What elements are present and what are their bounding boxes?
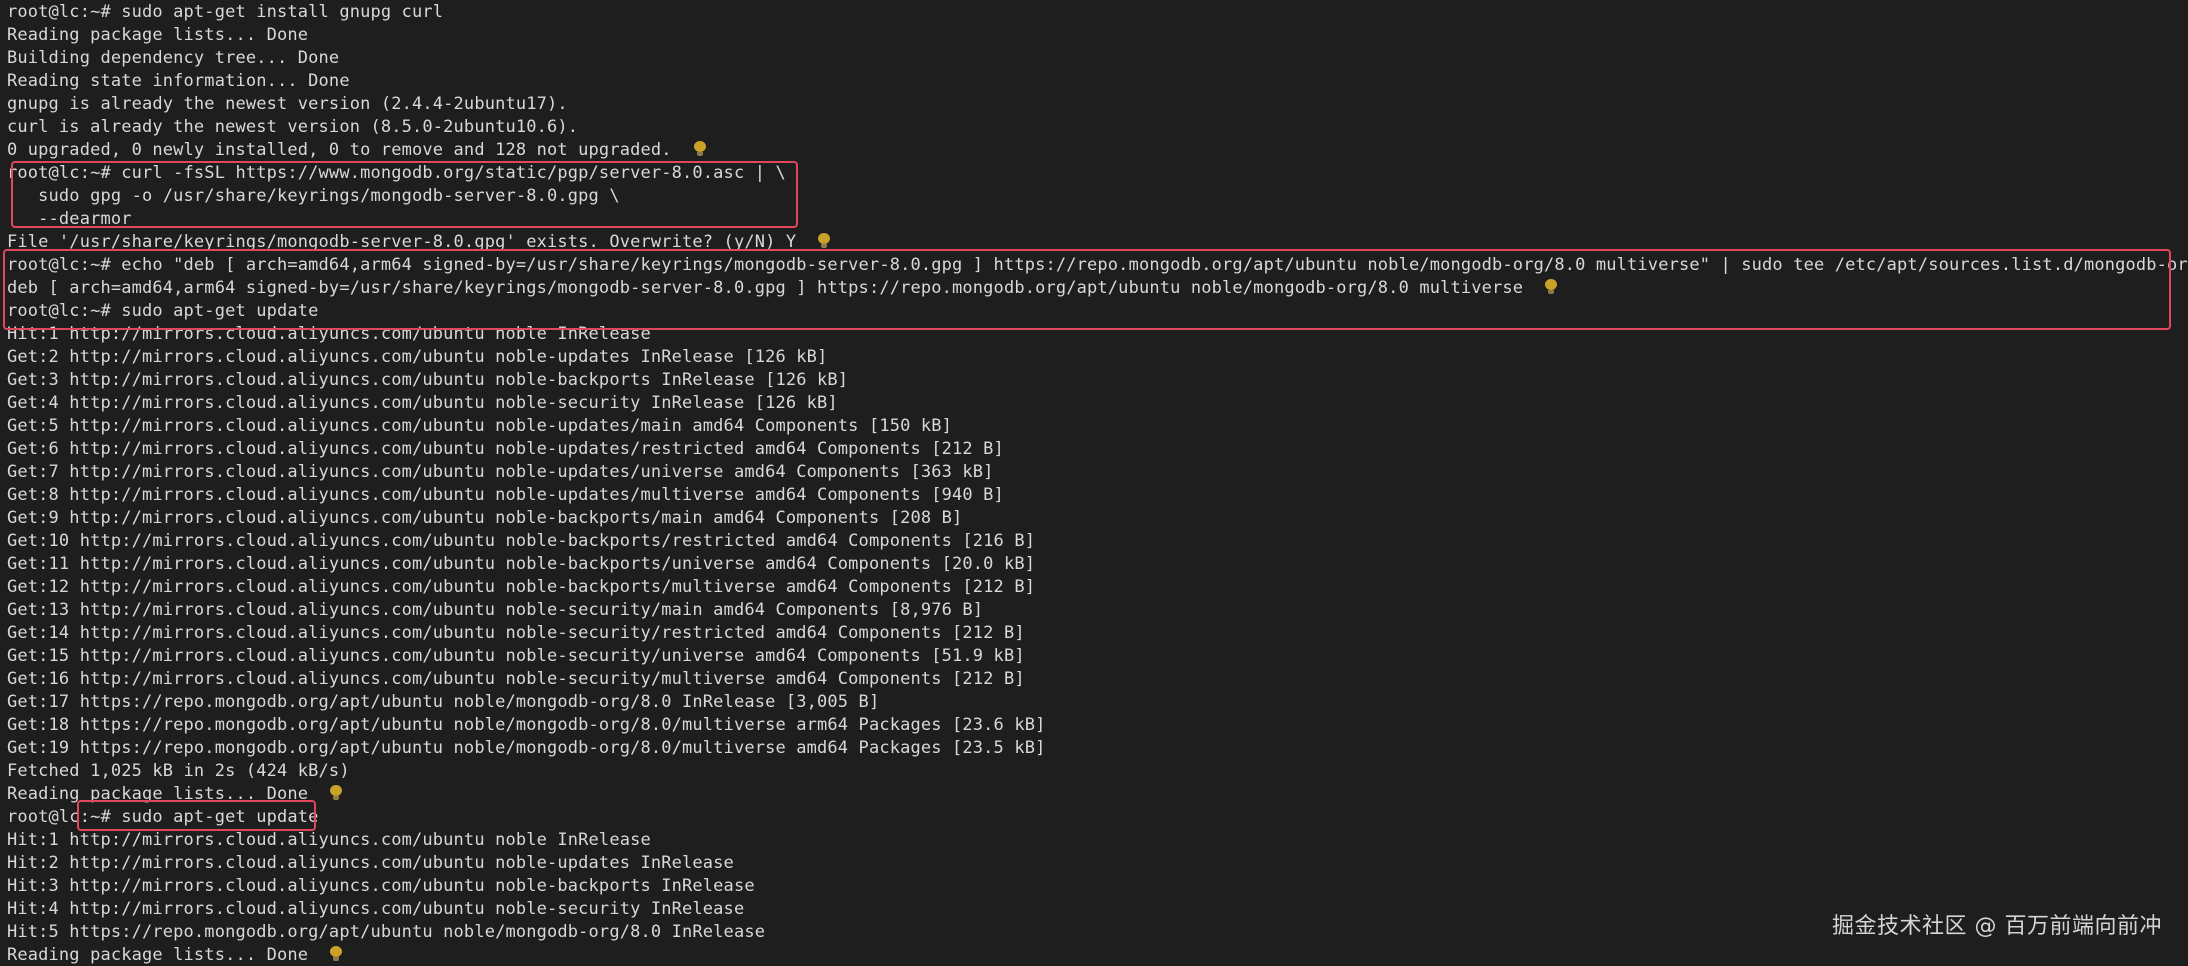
terminal-line-text: Reading package lists... Done xyxy=(7,784,309,804)
terminal-line-text: Get:17 https://repo.mongodb.org/apt/ubun… xyxy=(7,692,880,712)
terminal-line: Get:8 http://mirrors.cloud.aliyuncs.com/… xyxy=(7,484,1004,507)
lightbulb-icon[interactable] xyxy=(330,785,343,801)
terminal-line-text: Hit:5 https://repo.mongodb.org/apt/ubunt… xyxy=(7,922,766,942)
terminal-line: gnupg is already the newest version (2.4… xyxy=(7,93,568,116)
terminal-line: Hit:1 http://mirrors.cloud.aliyuncs.com/… xyxy=(7,829,651,852)
terminal-line: root@lc:~# sudo apt-get install gnupg cu… xyxy=(7,1,443,24)
terminal-line: Building dependency tree... Done xyxy=(7,47,339,70)
terminal-line: Get:5 http://mirrors.cloud.aliyuncs.com/… xyxy=(7,415,952,438)
terminal-line: 0 upgraded, 0 newly installed, 0 to remo… xyxy=(7,139,706,162)
terminal-line: Reading state information... Done xyxy=(7,70,350,93)
terminal-line: curl is already the newest version (8.5.… xyxy=(7,116,578,139)
terminal-line-text: root@lc:~# curl -fsSL https://www.mongod… xyxy=(7,163,786,183)
terminal-line-text: 0 upgraded, 0 newly installed, 0 to remo… xyxy=(7,140,672,160)
terminal-line-text: Hit:1 http://mirrors.cloud.aliyuncs.com/… xyxy=(7,324,651,344)
terminal-line-text: Reading package lists... Done xyxy=(7,25,309,45)
terminal-line: Get:15 http://mirrors.cloud.aliyuncs.com… xyxy=(7,645,1025,668)
terminal-line: Get:9 http://mirrors.cloud.aliyuncs.com/… xyxy=(7,507,962,530)
terminal-line-text: Get:11 http://mirrors.cloud.aliyuncs.com… xyxy=(7,554,1036,574)
terminal-line: Get:6 http://mirrors.cloud.aliyuncs.com/… xyxy=(7,438,1004,461)
terminal-line: Reading package lists... Done xyxy=(7,24,308,47)
terminal-line-text: Get:13 http://mirrors.cloud.aliyuncs.com… xyxy=(7,600,984,620)
terminal-line-text: gnupg is already the newest version (2.4… xyxy=(7,94,568,114)
terminal-line: root@lc:~# echo "deb [ arch=amd64,arm64 … xyxy=(7,254,2188,277)
terminal-line: root@lc:~# curl -fsSL https://www.mongod… xyxy=(7,162,786,185)
terminal-line-text: Get:14 http://mirrors.cloud.aliyuncs.com… xyxy=(7,623,1025,643)
terminal-line-text: Fetched 1,025 kB in 2s (424 kB/s) xyxy=(7,761,350,781)
terminal-line: Get:2 http://mirrors.cloud.aliyuncs.com/… xyxy=(7,346,827,369)
terminal-line: Get:17 https://repo.mongodb.org/apt/ubun… xyxy=(7,691,879,714)
terminal-line-text: root@lc:~# sudo apt-get install gnupg cu… xyxy=(7,2,444,22)
terminal-line: --dearmor xyxy=(7,208,132,231)
watermark-text: 掘金技术社区 @ 百万前端向前冲 xyxy=(1832,914,2162,939)
terminal-line: Get:18 https://repo.mongodb.org/apt/ubun… xyxy=(7,714,1046,737)
terminal-window[interactable]: root@lc:~# sudo apt-get install gnupg cu… xyxy=(0,0,2188,966)
lightbulb-icon[interactable] xyxy=(693,141,706,157)
terminal-line-text: Hit:4 http://mirrors.cloud.aliyuncs.com/… xyxy=(7,899,745,919)
terminal-line-text: root@lc:~# sudo apt-get update xyxy=(7,301,319,321)
terminal-line: File '/usr/share/keyrings/mongodb-server… xyxy=(7,231,831,254)
terminal-line: Reading package lists... Done xyxy=(7,944,343,966)
terminal-line-text: Get:15 http://mirrors.cloud.aliyuncs.com… xyxy=(7,646,1025,666)
terminal-line-text: curl is already the newest version (8.5.… xyxy=(7,117,579,137)
terminal-line-text: Get:5 http://mirrors.cloud.aliyuncs.com/… xyxy=(7,416,953,436)
terminal-line: Hit:3 http://mirrors.cloud.aliyuncs.com/… xyxy=(7,875,755,898)
terminal-line: Get:11 http://mirrors.cloud.aliyuncs.com… xyxy=(7,553,1035,576)
terminal-line: Get:14 http://mirrors.cloud.aliyuncs.com… xyxy=(7,622,1025,645)
terminal-line: Get:10 http://mirrors.cloud.aliyuncs.com… xyxy=(7,530,1035,553)
lightbulb-icon[interactable] xyxy=(818,233,831,249)
terminal-line: deb [ arch=amd64,arm64 signed-by=/usr/sh… xyxy=(7,277,1558,300)
terminal-line-text: Building dependency tree... Done xyxy=(7,48,340,68)
terminal-line: Fetched 1,025 kB in 2s (424 kB/s) xyxy=(7,760,350,783)
terminal-line: Hit:5 https://repo.mongodb.org/apt/ubunt… xyxy=(7,921,765,944)
terminal-line: Hit:2 http://mirrors.cloud.aliyuncs.com/… xyxy=(7,852,734,875)
terminal-line-text: Get:7 http://mirrors.cloud.aliyuncs.com/… xyxy=(7,462,994,482)
terminal-line-text: Get:9 http://mirrors.cloud.aliyuncs.com/… xyxy=(7,508,963,528)
terminal-line: Get:3 http://mirrors.cloud.aliyuncs.com/… xyxy=(7,369,848,392)
lightbulb-icon[interactable] xyxy=(1545,279,1558,295)
terminal-line-text: sudo gpg -o /usr/share/keyrings/mongodb-… xyxy=(7,186,620,206)
terminal-line-text: Hit:3 http://mirrors.cloud.aliyuncs.com/… xyxy=(7,876,755,896)
terminal-line: Get:16 http://mirrors.cloud.aliyuncs.com… xyxy=(7,668,1025,691)
terminal-line: Hit:4 http://mirrors.cloud.aliyuncs.com/… xyxy=(7,898,744,921)
terminal-line-text: Get:12 http://mirrors.cloud.aliyuncs.com… xyxy=(7,577,1036,597)
terminal-line: root@lc:~# sudo apt-get update xyxy=(7,300,319,323)
terminal-line-text: Hit:1 http://mirrors.cloud.aliyuncs.com/… xyxy=(7,830,651,850)
terminal-line-text: Get:18 https://repo.mongodb.org/apt/ubun… xyxy=(7,715,1046,735)
terminal-line-text: --dearmor xyxy=(7,209,132,229)
terminal-line-text: Get:10 http://mirrors.cloud.aliyuncs.com… xyxy=(7,531,1036,551)
terminal-line-text: File '/usr/share/keyrings/mongodb-server… xyxy=(7,232,797,252)
terminal-line-text: Get:19 https://repo.mongodb.org/apt/ubun… xyxy=(7,738,1046,758)
terminal-line-text: Get:16 http://mirrors.cloud.aliyuncs.com… xyxy=(7,669,1025,689)
terminal-line-text: Reading state information... Done xyxy=(7,71,350,91)
terminal-line: Hit:1 http://mirrors.cloud.aliyuncs.com/… xyxy=(7,323,651,346)
terminal-line-text: Get:8 http://mirrors.cloud.aliyuncs.com/… xyxy=(7,485,1004,505)
terminal-line: root@lc:~# sudo apt-get update xyxy=(7,806,319,829)
terminal-line: sudo gpg -o /usr/share/keyrings/mongodb-… xyxy=(7,185,620,208)
terminal-line-text: deb [ arch=amd64,arm64 signed-by=/usr/sh… xyxy=(7,278,1524,298)
terminal-line-text: root@lc:~# echo "deb [ arch=amd64,arm64 … xyxy=(7,255,2188,275)
terminal-line: Get:19 https://repo.mongodb.org/apt/ubun… xyxy=(7,737,1046,760)
terminal-line-text: Get:3 http://mirrors.cloud.aliyuncs.com/… xyxy=(7,370,849,390)
terminal-line: Get:4 http://mirrors.cloud.aliyuncs.com/… xyxy=(7,392,838,415)
terminal-line: Reading package lists... Done xyxy=(7,783,343,806)
terminal-line-text: root@lc:~# sudo apt-get update xyxy=(7,807,319,827)
terminal-line: Get:7 http://mirrors.cloud.aliyuncs.com/… xyxy=(7,461,994,484)
terminal-line-text: Get:4 http://mirrors.cloud.aliyuncs.com/… xyxy=(7,393,838,413)
terminal-line: Get:13 http://mirrors.cloud.aliyuncs.com… xyxy=(7,599,983,622)
terminal-line: Get:12 http://mirrors.cloud.aliyuncs.com… xyxy=(7,576,1035,599)
terminal-line-text: Get:6 http://mirrors.cloud.aliyuncs.com/… xyxy=(7,439,1004,459)
lightbulb-icon[interactable] xyxy=(330,946,343,962)
terminal-line-text: Get:2 http://mirrors.cloud.aliyuncs.com/… xyxy=(7,347,828,367)
terminal-line-text: Reading package lists... Done xyxy=(7,945,309,965)
terminal-line-text: Hit:2 http://mirrors.cloud.aliyuncs.com/… xyxy=(7,853,734,873)
